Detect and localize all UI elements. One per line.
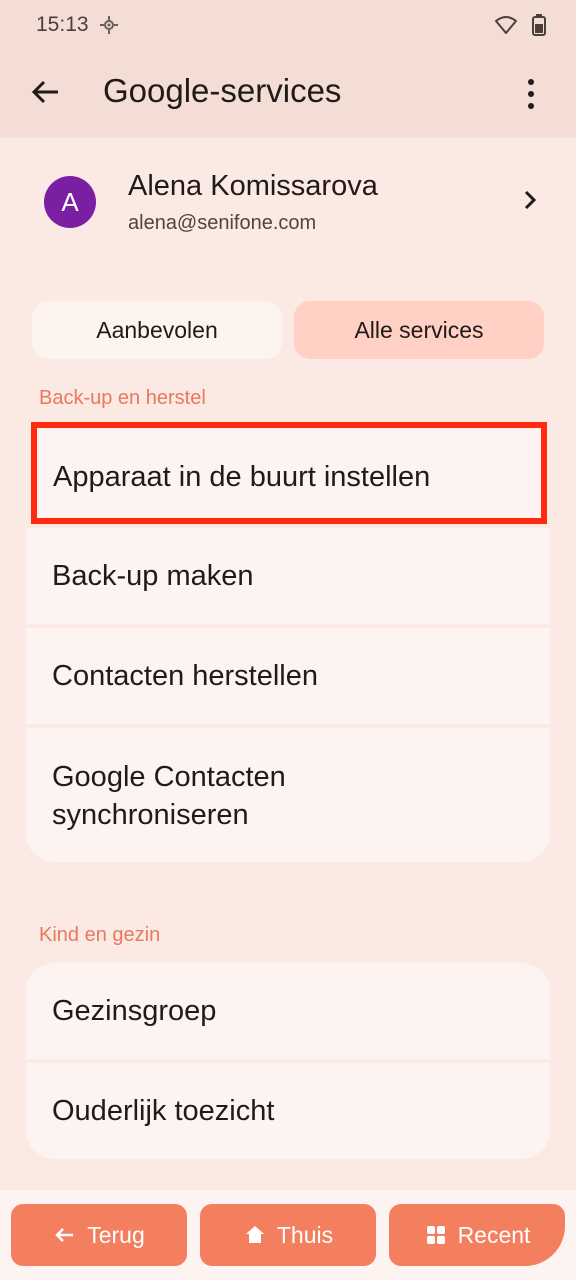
section-label-family: Kind en gezin xyxy=(39,924,161,946)
list-item-label: Back-up maken xyxy=(52,560,254,592)
list-item-label: Contacten herstellen xyxy=(52,660,318,692)
list-item-backup[interactable]: Back-up maken xyxy=(26,528,550,624)
nav-recent-label: Recent xyxy=(457,1221,531,1248)
nav-home-label: Thuis xyxy=(276,1221,334,1248)
tab-all-services[interactable]: Alle services xyxy=(294,301,544,359)
chevron-right-icon xyxy=(524,190,537,210)
home-icon xyxy=(245,1226,264,1243)
status-bar: 15:13 xyxy=(0,0,576,50)
app-bar: Google-services xyxy=(0,50,576,138)
nav-back-label: Terug xyxy=(87,1221,145,1248)
page-title: Google-services xyxy=(103,72,342,109)
status-time: 15:13 xyxy=(36,13,89,36)
list-item-label: Apparaat in de buurt instellen xyxy=(53,461,431,493)
location-icon xyxy=(99,16,118,34)
nav-recent-button[interactable]: Recent xyxy=(389,1204,565,1266)
list-item-restore-contacts[interactable]: Contacten herstellen xyxy=(26,628,550,724)
list-item-label: Google Contacten synchroniseren xyxy=(52,761,286,831)
section-label-backup: Back-up en herstel xyxy=(39,387,206,409)
nav-back-button[interactable]: Terug xyxy=(11,1204,187,1266)
arrow-left-icon xyxy=(55,1228,74,1242)
account-email: alena@senifone.com xyxy=(128,212,317,234)
nav-home-button[interactable]: Thuis xyxy=(200,1204,376,1266)
avatar: A xyxy=(44,176,96,228)
tab-group: Aanbevolen Alle services xyxy=(32,301,544,359)
tab-recommended[interactable]: Aanbevolen xyxy=(32,301,282,359)
account-name: Alena Komissarova xyxy=(128,170,378,202)
back-arrow-icon[interactable] xyxy=(28,74,64,110)
list-item-label: Ouderlijk toezicht xyxy=(52,1095,275,1127)
list-item-family-group[interactable]: Gezinsgroep xyxy=(26,963,550,1059)
list-item-nearby-device-setup[interactable]: Apparaat in de buurt instellen xyxy=(31,422,547,524)
recent-apps-icon xyxy=(426,1226,445,1244)
bottom-nav: Terug Thuis Recent xyxy=(0,1190,576,1280)
wifi-icon xyxy=(495,16,517,34)
list-item-sync-contacts[interactable]: Google Contacten synchroniseren xyxy=(26,728,550,862)
list-item-parental-control[interactable]: Ouderlijk toezicht xyxy=(26,1063,550,1159)
more-options-icon[interactable] xyxy=(516,76,546,112)
list-item-label: Gezinsgroep xyxy=(52,995,217,1027)
battery-icon xyxy=(532,14,546,36)
account-row[interactable]: A Alena Komissarova alena@senifone.com xyxy=(0,150,576,250)
